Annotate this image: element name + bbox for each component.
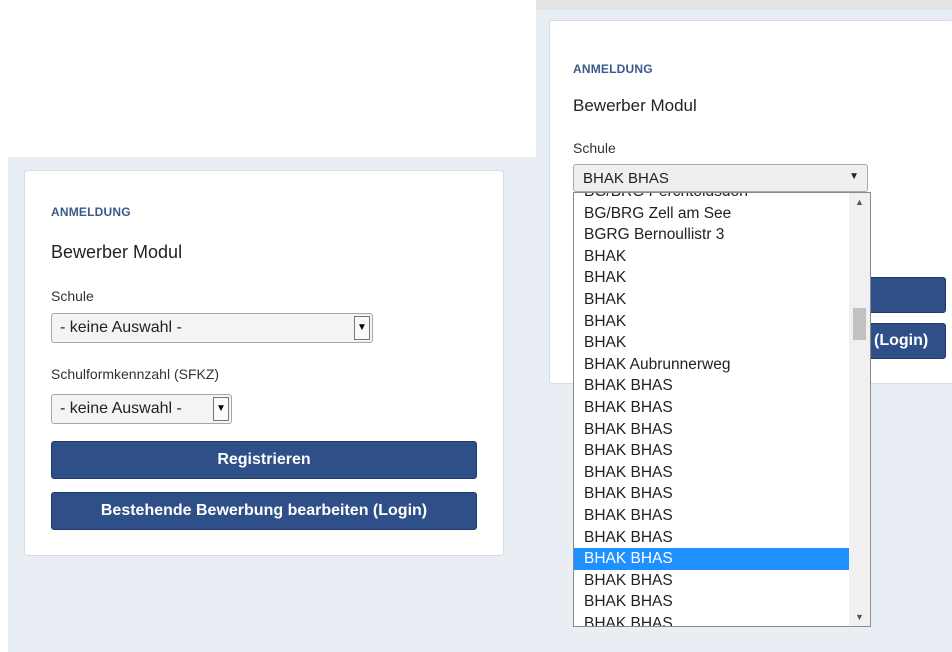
dropdown-option[interactable]: BHAK BHAS [574, 613, 851, 626]
dropdown-option[interactable]: BHAK BHAS [574, 548, 851, 570]
dropdown-option[interactable]: BG/BRG Zell am See [574, 203, 851, 225]
register-button[interactable]: Registrieren [51, 441, 477, 479]
school-select-value-right: BHAK BHAS [583, 170, 669, 187]
school-label-right: Schule [573, 140, 616, 156]
school-select[interactable]: - keine Auswahl - ▼ [51, 313, 373, 343]
dropdown-option[interactable]: BHAK [574, 267, 851, 289]
page-title-right: Bewerber Modul [573, 96, 697, 115]
scrollbar-thumb[interactable] [853, 308, 866, 340]
dropdown-option[interactable]: BHAK BHAS [574, 375, 851, 397]
right-top-strip [536, 0, 952, 10]
dropdown-option[interactable]: BGRG Bernoullistr 3 [574, 224, 851, 246]
dropdown-option[interactable]: BHAK BHAS [574, 527, 851, 549]
dropdown-option[interactable]: BHAK BHAS [574, 397, 851, 419]
login-button[interactable]: Bestehende Bewerbung bearbeiten (Login) [51, 492, 477, 530]
section-label-right: ANMELDUNG [573, 62, 653, 76]
section-label: ANMELDUNG [51, 205, 131, 219]
dropdown-option[interactable]: BHAK BHAS [574, 462, 851, 484]
chevron-down-icon[interactable]: ▼ [354, 316, 370, 340]
dropdown-option[interactable]: BHAK BHAS [574, 591, 851, 613]
chevron-down-icon[interactable]: ▼ [213, 397, 229, 421]
school-dropdown-list[interactable]: BG/BRG PerchtoldsdorfBG/BRG Zell am SeeB… [573, 192, 871, 627]
dropdown-option[interactable]: BHAK BHAS [574, 505, 851, 527]
scroll-up-arrow-icon[interactable]: ▲ [849, 197, 870, 207]
dropdown-option[interactable]: BHAK BHAS [574, 570, 851, 592]
dropdown-option[interactable]: BHAK [574, 246, 851, 268]
page-title: Bewerber Modul [51, 242, 183, 262]
scroll-down-arrow-icon[interactable]: ▼ [849, 612, 870, 622]
dropdown-option[interactable]: BHAK [574, 311, 851, 333]
school-select-value: - keine Auswahl - [60, 319, 182, 336]
dropdown-option[interactable]: BHAK [574, 289, 851, 311]
chevron-down-icon[interactable]: ▼ [849, 171, 859, 182]
dropdown-option[interactable]: BHAK [574, 332, 851, 354]
school-select-open[interactable]: BHAK BHAS ▼ [573, 164, 868, 192]
dropdown-options: BG/BRG PerchtoldsdorfBG/BRG Zell am SeeB… [574, 193, 851, 626]
sfkz-select[interactable]: - keine Auswahl - ▼ [51, 394, 232, 424]
dropdown-option[interactable]: BHAK BHAS [574, 419, 851, 441]
login-button-right-label: (Login) [874, 332, 929, 349]
dropdown-scrollbar[interactable]: ▲ ▼ [849, 193, 870, 626]
school-label: Schule [51, 288, 94, 304]
sfkz-select-value: - keine Auswahl - [60, 400, 182, 417]
dropdown-option[interactable]: BHAK BHAS [574, 440, 851, 462]
dropdown-option[interactable]: BHAK BHAS [574, 483, 851, 505]
sfkz-label: Schulformkennzahl (SFKZ) [51, 366, 220, 382]
dropdown-option[interactable]: BHAK Aubrunnerweg [574, 354, 851, 376]
dropdown-option[interactable]: BG/BRG Perchtoldsdorf [574, 193, 851, 203]
